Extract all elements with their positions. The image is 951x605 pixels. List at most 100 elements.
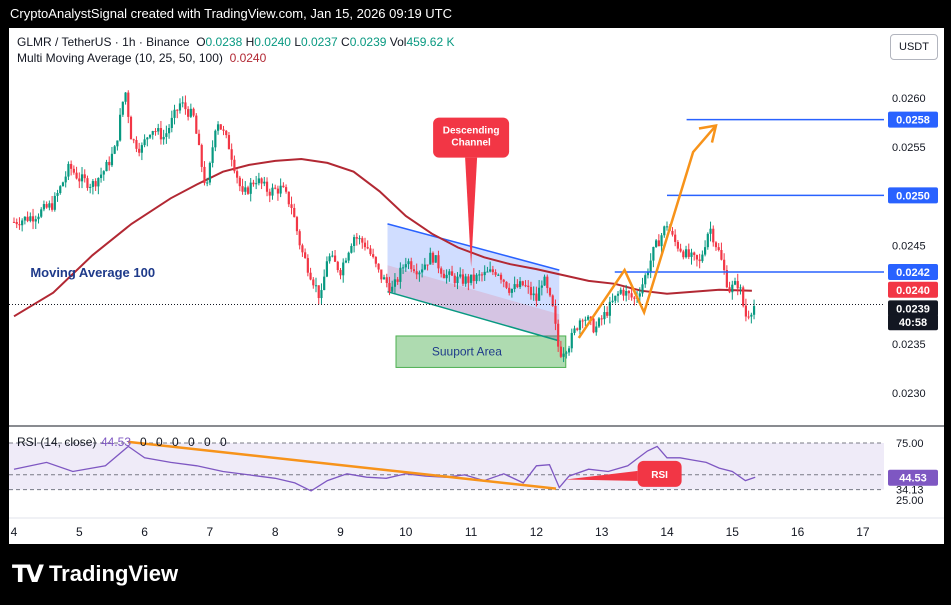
candle-body[interactable] bbox=[83, 174, 86, 179]
candle-body[interactable] bbox=[619, 289, 622, 294]
candle-body[interactable] bbox=[293, 207, 296, 218]
candle-body[interactable] bbox=[355, 237, 358, 239]
candle-body[interactable] bbox=[535, 293, 538, 301]
candle-body[interactable] bbox=[445, 274, 448, 279]
candle-body[interactable] bbox=[151, 131, 154, 135]
candle-body[interactable] bbox=[162, 136, 165, 140]
candle-body[interactable] bbox=[328, 256, 331, 262]
candle-body[interactable] bbox=[208, 162, 211, 183]
candle-body[interactable] bbox=[222, 129, 225, 131]
candle-body[interactable] bbox=[284, 187, 288, 192]
candle-body[interactable] bbox=[559, 346, 562, 357]
candle-body[interactable] bbox=[401, 267, 405, 269]
candle-body[interactable] bbox=[410, 261, 413, 270]
candle-body[interactable] bbox=[206, 182, 209, 184]
candle-body[interactable] bbox=[518, 281, 522, 288]
candle-body[interactable] bbox=[129, 116, 133, 140]
candle-body[interactable] bbox=[489, 269, 492, 272]
candle-body[interactable] bbox=[521, 281, 524, 286]
candle-body[interactable] bbox=[15, 222, 18, 225]
candle-body[interactable] bbox=[369, 248, 372, 255]
candle-body[interactable] bbox=[554, 305, 557, 324]
candle-body[interactable] bbox=[119, 114, 122, 141]
candle-body[interactable] bbox=[353, 237, 356, 246]
candle-body[interactable] bbox=[442, 273, 445, 279]
candle-body[interactable] bbox=[480, 274, 484, 276]
candle-body[interactable] bbox=[124, 92, 127, 102]
candle-body[interactable] bbox=[548, 288, 552, 296]
candle-body[interactable] bbox=[483, 271, 486, 276]
candle-body[interactable] bbox=[423, 264, 426, 270]
candle-body[interactable] bbox=[641, 284, 644, 294]
candle-body[interactable] bbox=[140, 145, 143, 153]
candle-body[interactable] bbox=[211, 147, 214, 163]
candle-body[interactable] bbox=[393, 279, 397, 287]
candle-body[interactable] bbox=[728, 287, 731, 293]
candle-body[interactable] bbox=[233, 159, 236, 172]
candle-body[interactable] bbox=[91, 181, 95, 187]
candle-body[interactable] bbox=[546, 276, 549, 289]
candle-body[interactable] bbox=[491, 269, 494, 273]
candle-body[interactable] bbox=[216, 124, 220, 131]
candle-body[interactable] bbox=[320, 290, 323, 299]
candle-body[interactable] bbox=[78, 178, 81, 182]
candle-body[interactable] bbox=[143, 139, 146, 146]
candle-body[interactable] bbox=[26, 216, 29, 221]
candle-body[interactable] bbox=[712, 228, 715, 243]
candle-body[interactable] bbox=[606, 312, 609, 316]
candle-body[interactable] bbox=[706, 233, 709, 248]
candle-body[interactable] bbox=[295, 217, 299, 232]
candle-body[interactable] bbox=[470, 274, 473, 283]
candle-body[interactable] bbox=[268, 191, 271, 196]
candle-body[interactable] bbox=[290, 204, 293, 208]
candle-body[interactable] bbox=[241, 186, 244, 192]
candle-body[interactable] bbox=[510, 289, 514, 293]
candle-body[interactable] bbox=[592, 318, 595, 333]
candle-body[interactable] bbox=[532, 293, 535, 296]
candle-body[interactable] bbox=[644, 275, 647, 285]
candle-body[interactable] bbox=[625, 290, 628, 296]
candle-body[interactable] bbox=[421, 269, 424, 273]
candle-body[interactable] bbox=[611, 300, 614, 302]
candle-body[interactable] bbox=[600, 318, 603, 320]
candle-body[interactable] bbox=[67, 163, 70, 177]
candle-body[interactable] bbox=[472, 274, 475, 282]
candle-body[interactable] bbox=[298, 231, 301, 246]
candle-body[interactable] bbox=[431, 252, 435, 263]
candle-body[interactable] bbox=[524, 285, 527, 287]
candle-body[interactable] bbox=[301, 245, 304, 253]
candle-body[interactable] bbox=[614, 295, 617, 301]
candle-body[interactable] bbox=[358, 238, 361, 240]
candle-body[interactable] bbox=[750, 314, 753, 317]
candle-body[interactable] bbox=[655, 240, 658, 247]
candle-body[interactable] bbox=[236, 171, 239, 178]
candle-body[interactable] bbox=[99, 174, 103, 179]
price-chart[interactable]: Suuport Area Moving Average 100 Descending… bbox=[9, 28, 944, 544]
candle-body[interactable] bbox=[80, 174, 84, 182]
candle-body[interactable] bbox=[461, 274, 465, 284]
candle-body[interactable] bbox=[418, 272, 421, 275]
candle-body[interactable] bbox=[350, 245, 353, 253]
candle-body[interactable] bbox=[312, 279, 315, 286]
candle-body[interactable] bbox=[527, 285, 530, 287]
candle-body[interactable] bbox=[184, 102, 187, 110]
candle-body[interactable] bbox=[638, 293, 641, 297]
candle-body[interactable] bbox=[584, 319, 587, 321]
candle-body[interactable] bbox=[263, 181, 266, 184]
candle-body[interactable] bbox=[148, 134, 152, 138]
candle-body[interactable] bbox=[159, 128, 163, 140]
candle-body[interactable] bbox=[739, 287, 742, 289]
candle-body[interactable] bbox=[690, 252, 693, 257]
candle-body[interactable] bbox=[61, 182, 65, 187]
candle-body[interactable] bbox=[72, 168, 75, 173]
candle-body[interactable] bbox=[703, 247, 707, 255]
candle-body[interactable] bbox=[494, 272, 497, 275]
candle-body[interactable] bbox=[687, 249, 690, 257]
candle-body[interactable] bbox=[456, 276, 459, 284]
candle-body[interactable] bbox=[478, 274, 481, 276]
candle-body[interactable] bbox=[282, 185, 285, 188]
candle-body[interactable] bbox=[344, 260, 348, 263]
candle-body[interactable] bbox=[23, 216, 26, 221]
candle-body[interactable] bbox=[336, 261, 339, 271]
candle-body[interactable] bbox=[56, 193, 59, 196]
